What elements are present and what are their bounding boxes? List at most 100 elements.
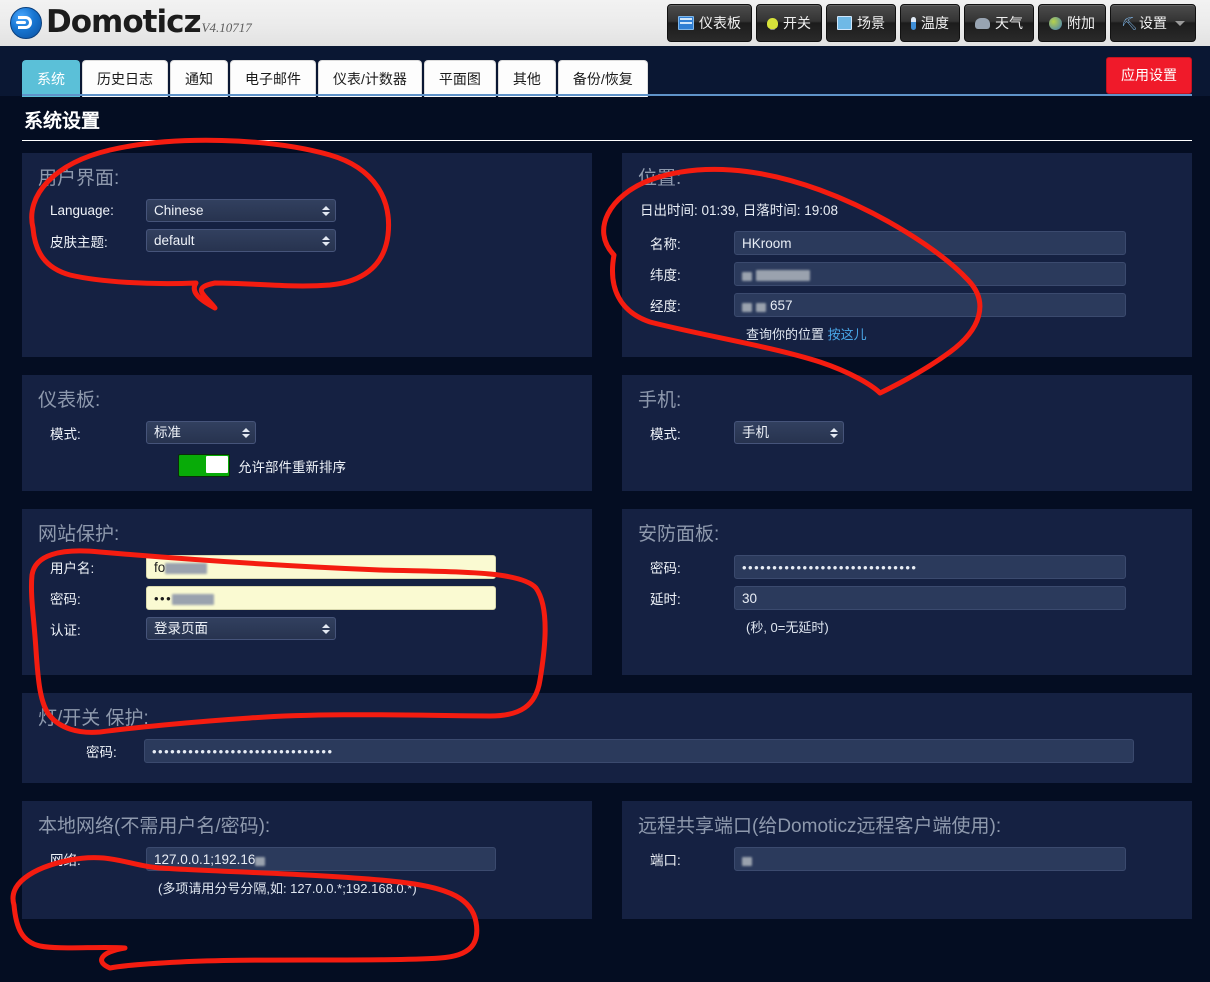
theme-value: default [154,233,195,248]
dashboard-mode-select[interactable]: 标准 [146,421,256,444]
redacted-block [742,303,752,312]
field-theme: 皮肤主题: default [38,229,576,252]
tab-other[interactable]: 其他 [497,60,556,97]
light-switch-password-input[interactable]: •••••••••••••••••••••••••••••• [144,739,1134,763]
nav-button-switches[interactable]: 开关 [756,4,822,42]
tab-floorplan[interactable]: 平面图 [423,60,496,97]
brand: Domoticz V4.10717 [0,7,252,39]
dashboard-icon [678,16,694,30]
weather-cloud-icon [975,17,990,29]
field-mobile-mode: 模式: 手机 [638,421,1176,444]
select-arrows-icon [830,427,838,438]
panel-title: 远程共享端口(给Domoticz远程客户端使用): [638,816,1002,837]
tab-list: 系统 历史日志 通知 电子邮件 仪表/计数器 平面图 其他 备份/恢复 [22,60,1210,97]
panel-title: 仪表板: [38,390,101,411]
tab-system[interactable]: 系统 [22,60,80,97]
language-value: Chinese [154,203,204,218]
field-light-switch-password: 密码: •••••••••••••••••••••••••••••• [38,739,1176,763]
auth-select[interactable]: 登录页面 [146,617,336,640]
row-protection-security: 网站保护: 用户名: fo 密码: ••• 认证: 登录页面 安防面板: 密码:… [22,509,1192,675]
network-input[interactable]: 127.0.0.1;192.16 [146,847,496,871]
mobile-mode-select[interactable]: 手机 [734,421,844,444]
nav-label: 仪表板 [699,15,741,31]
nav-button-dashboard[interactable]: 仪表板 [667,4,752,42]
allow-widget-reorder-toggle[interactable] [178,454,230,477]
panel-mobile: 手机: 模式: 手机 [622,375,1192,491]
tab-email[interactable]: 电子邮件 [230,60,316,97]
panel-local-networks: 本地网络(不需用户名/密码): 网络: 127.0.0.1;192.16 (多项… [22,801,592,919]
redacted-block [756,303,766,312]
tab-log[interactable]: 历史日志 [82,60,168,97]
redacted-block [172,594,215,605]
app-header: Domoticz V4.10717 仪表板 开关 场景 温度 天气 附加 ⛏ 设… [0,0,1210,48]
lookup-link[interactable]: 按这儿 [828,327,867,342]
username-value: fo [154,560,166,575]
dashboard-mode-label: 模式: [50,426,81,442]
tab-meters-counters[interactable]: 仪表/计数器 [318,60,422,97]
select-arrows-icon [322,205,330,216]
select-arrows-icon [322,623,330,634]
apply-settings-button[interactable]: 应用设置 [1106,57,1192,94]
panel-light-switch-protection: 灯/开关 保护: 密码: •••••••••••••••••••••••••••… [22,693,1192,783]
network-value: 127.0.0.1;192.16 [154,852,256,867]
lightbulb-icon [767,17,778,29]
panel-security: 安防面板: 密码: ••••••••••••••••••••••••••••• … [622,509,1192,675]
language-label: Language: [50,203,114,218]
security-delay-hint: (秒, 0=无延时) [746,620,829,635]
redacted-block [742,857,752,866]
remote-port-input[interactable] [734,847,1126,871]
scene-icon [837,16,852,30]
field-security-password: 密码: ••••••••••••••••••••••••••••• [638,555,1176,579]
tab-backup-restore[interactable]: 备份/恢复 [557,60,648,97]
mobile-mode-value: 手机 [742,425,769,440]
field-password: 密码: ••• [38,586,576,610]
panel-title: 位置: [638,168,682,189]
panel-dashboard: 仪表板: 模式: 标准 允许部件重新排序 [22,375,592,491]
panel-title: 本地网络(不需用户名/密码): [38,816,271,837]
main-navigation: 仪表板 开关 场景 温度 天气 附加 ⛏ 设置 [667,4,1196,42]
longitude-label: 经度: [650,299,681,314]
nav-label: 天气 [995,15,1023,31]
name-label: 名称: [650,237,681,252]
panel-remote-shared-port: 远程共享端口(给Domoticz远程客户端使用): 端口: [622,801,1192,919]
light-switch-password-label: 密码: [86,745,117,760]
nav-label: 附加 [1067,15,1095,31]
field-latitude: 纬度: [638,262,1176,286]
field-dashboard-mode: 模式: 标准 [38,421,576,444]
nav-label: 场景 [857,15,885,31]
username-label: 用户名: [50,561,95,576]
password-input[interactable]: ••• [146,586,496,610]
security-password-label: 密码: [650,561,681,576]
panel-title: 网站保护: [38,524,120,545]
latitude-input[interactable] [734,262,1126,286]
security-delay-input[interactable]: 30 [734,586,1126,610]
language-select[interactable]: Chinese [146,199,336,222]
tab-notifications[interactable]: 通知 [170,60,228,97]
chevron-down-icon [1175,20,1185,26]
location-name-input[interactable]: HKroom [734,231,1126,255]
field-longitude: 经度: 657 [638,293,1176,317]
network-hint: (多项请用分号分隔,如: 127.0.0.*;192.168.0.*) [158,881,417,896]
row-dashboard-mobile: 仪表板: 模式: 标准 允许部件重新排序 手机: 模式: 手机 [22,375,1192,491]
tools-icon: ⛏ [1121,15,1138,31]
nav-button-setup[interactable]: ⛏ 设置 [1110,4,1196,42]
nav-button-scenes[interactable]: 场景 [826,4,896,42]
nav-button-utility[interactable]: 附加 [1038,4,1106,42]
nav-button-temperature[interactable]: 温度 [900,4,960,42]
longitude-input[interactable]: 657 [734,293,1126,317]
longitude-value: 657 [770,298,793,313]
panel-user-interface: 用户界面: Language: Chinese 皮肤主题: default [22,153,592,357]
theme-label: 皮肤主题: [50,234,108,250]
field-location-name: 名称: HKroom [638,231,1176,255]
username-input[interactable]: fo [146,555,496,579]
nav-label: 温度 [921,15,949,31]
select-arrows-icon [322,235,330,246]
field-remote-port: 端口: [638,847,1176,871]
select-arrows-icon [242,427,250,438]
security-password-input[interactable]: ••••••••••••••••••••••••••••• [734,555,1126,579]
version-label: V4.10717 [201,20,252,35]
nav-button-weather[interactable]: 天气 [964,4,1034,42]
panel-title: 灯/开关 保护: [38,708,149,729]
password-value: ••• [154,591,173,606]
theme-select[interactable]: default [146,229,336,252]
